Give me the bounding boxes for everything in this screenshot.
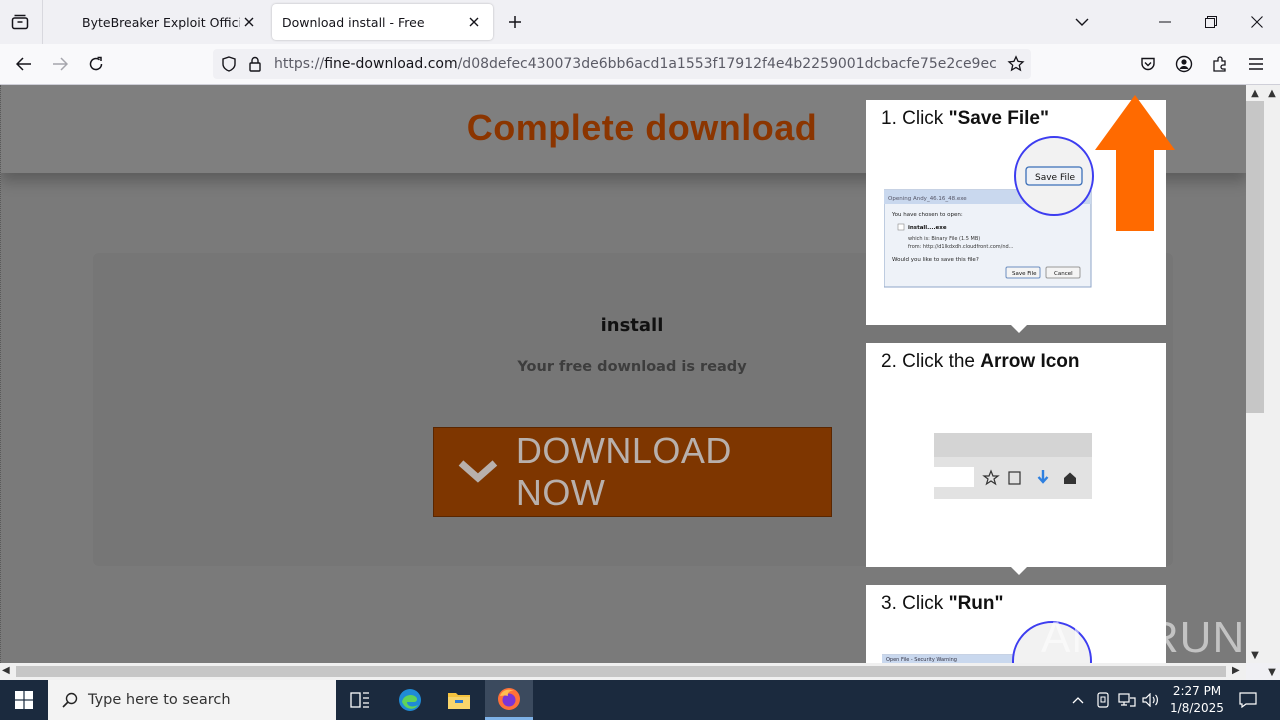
windows-logo-icon [15,691,33,709]
vertical-scroll-thumb[interactable] [1246,101,1264,413]
step-2-pointer [1011,567,1027,575]
close-window-icon[interactable] [1245,10,1269,34]
windows-taskbar: Type here to search 2:27 PM 1/8/2025 [0,680,1280,720]
instruction-step-2: 2. Click the Arrow Icon [866,343,1166,575]
system-clock[interactable]: 2:27 PM 1/8/2025 [1160,683,1234,717]
scroll-down-outer-icon[interactable]: ▼ [1264,665,1280,679]
navigation-toolbar: https://fine-download.com/d08defec430073… [0,44,1280,85]
tab-bar: ByteBreaker Exploit Official Download in… [0,0,1280,44]
toolbar-arrow-illustration [934,433,1092,499]
address-bar[interactable]: https://fine-download.com/d08defec430073… [213,49,1031,79]
minimize-icon[interactable] [1153,10,1177,34]
download-now-button[interactable]: DOWNLOAD NOW [433,427,832,517]
scroll-down-icon[interactable]: ▼ [1247,648,1263,662]
clock-date: 1/8/2025 [1170,701,1224,715]
tab-list-icon[interactable] [8,10,32,34]
close-tab-icon[interactable] [465,13,483,31]
step-1-prefix: 1. Click [881,108,949,129]
forward-icon[interactable] [48,52,72,76]
close-tab-icon[interactable] [240,13,258,31]
step-3-prefix: 3. Click [881,593,949,614]
account-icon[interactable] [1172,52,1196,76]
back-icon[interactable] [12,52,36,76]
dialog-zoom-save: Save File [1035,173,1075,183]
step-1-heading: 1. Click "Save File" [881,108,1049,130]
start-button[interactable] [0,680,48,720]
dialog-title: Opening Andy_46.16_48.exe [888,196,967,202]
edge-browser-icon[interactable] [386,680,434,720]
step-2-prefix: 2. Click the [881,351,981,372]
step-3-heading: 3. Click "Run" [881,593,1004,615]
extensions-icon[interactable] [1208,52,1232,76]
dialog-save: Save File [1012,271,1037,277]
tab-title: ByteBreaker Exploit Official [82,14,240,30]
step-2-bold: Arrow Icon [980,351,1080,372]
action-center-notification-icon[interactable] [1236,688,1260,712]
save-file-dialog-illustration: Opening Andy_46.16_48.exe You have chose… [884,136,1094,288]
download-now-label: DOWNLOAD NOW [515,430,732,513]
dialog-from: from: http://d1lkdxdh.cloudfront.com/nd.… [908,244,1014,250]
scroll-right-icon[interactable]: ▶ [1232,665,1240,676]
horizontal-scroll-thumb[interactable] [16,666,1226,677]
url-text[interactable]: https://fine-download.com/d08defec430073… [274,56,996,72]
file-explorer-icon[interactable] [435,680,483,720]
list-all-tabs-icon[interactable] [1070,10,1094,34]
dialog-which: which is: Binary File (1.5 MB) [908,236,980,242]
tab-title: Download install - Free [282,14,425,30]
firefox-taskbar-icon[interactable] [485,680,533,720]
dialog-cancel: Cancel [1054,271,1073,277]
menu-hamburger-icon[interactable] [1244,52,1268,76]
network-icon[interactable] [1117,690,1137,710]
reload-icon[interactable] [84,52,108,76]
tracking-protection-shield-icon[interactable] [221,56,237,76]
step-1-bold: "Save File" [948,108,1049,129]
clock-time: 2:27 PM [1172,684,1222,698]
url-path: /d08defec430073de6bb6acd1a1553f17912f4e4… [457,56,996,72]
chevron-down-icon [458,460,498,483]
step-3-bold: "Run" [948,593,1004,614]
favicon-icon [58,14,74,30]
pocket-icon[interactable] [1136,52,1160,76]
task-view-icon[interactable] [336,680,384,720]
restore-icon[interactable] [1199,10,1223,34]
tab-divider [42,0,43,44]
dialog-chosen: You have chosen to open: [891,212,963,218]
page-viewport: Complete download install Your free down… [0,85,1246,663]
url-scheme: https:// [274,56,325,72]
volume-icon[interactable] [1141,690,1161,710]
step-2-heading: 2. Click the Arrow Icon [881,351,1080,373]
dialog-file: install....exe [908,225,947,231]
dialog-question: Would you like to save this file? [892,257,979,263]
vertical-scrollbar[interactable]: ▲ ▲ ▼ ▼ [1246,85,1280,678]
show-hidden-icons-chevron-icon[interactable] [1068,690,1088,710]
scroll-left-icon[interactable]: ◀ [2,665,10,676]
new-tab-icon[interactable] [504,11,526,33]
search-placeholder: Type here to search [88,692,231,708]
search-icon [62,692,78,708]
taskbar-search-box[interactable]: Type here to search [48,680,336,720]
step-1-pointer [1011,325,1027,333]
orange-up-arrow-icon [1095,95,1175,231]
bookmark-star-icon[interactable] [1007,55,1025,77]
horizontal-scrollbar[interactable]: ◀ ▶ [0,663,1246,680]
scroll-up-icon[interactable]: ▲ [1247,86,1263,100]
lock-icon[interactable] [247,56,263,76]
watermark: ANY RUN [1041,613,1246,662]
device-icon[interactable] [1093,690,1113,710]
scroll-up-outer-icon[interactable]: ▲ [1264,86,1280,100]
url-domain: fine-download.com [324,56,458,72]
tab-download-install[interactable]: Download install - Free [272,4,493,40]
tab-bytebreaker[interactable]: ByteBreaker Exploit Official [48,4,268,40]
